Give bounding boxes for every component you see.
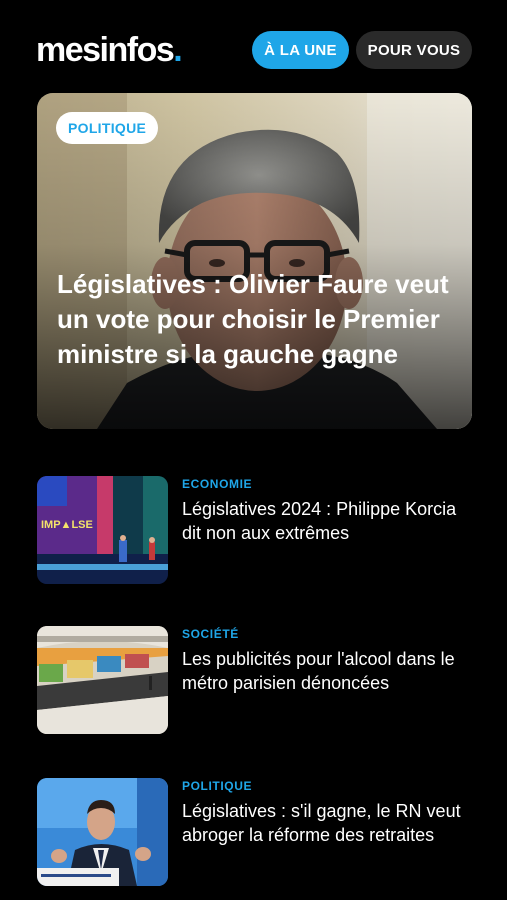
mesinfos-logo[interactable]: mesinfos. [36, 30, 183, 70]
metro-station-photo-icon [37, 626, 168, 734]
list-item[interactable]: POLITIQUE Législatives : s'il gagne, le … [37, 778, 472, 886]
logo-text: mesinfos [36, 31, 175, 69]
article-category[interactable]: POLITIQUE [182, 778, 472, 794]
article-thumbnail[interactable] [37, 778, 168, 886]
tab-pour-vous[interactable]: POUR VOUS [356, 31, 472, 69]
list-item[interactable]: SOCIÉTÉ Les publicités pour l'alcool dan… [37, 626, 472, 734]
article-title[interactable]: Les publicités pour l'alcool dans le mét… [182, 648, 472, 695]
list-item[interactable]: IMP▲LSE ECONOMIE Législatives 2024 : Phi… [37, 476, 472, 584]
article-category[interactable]: ECONOMIE [182, 476, 472, 492]
tab-a-la-une[interactable]: À LA UNE [252, 31, 349, 69]
politician-speech-photo-icon [37, 778, 168, 886]
hero-article-card[interactable]: POLITIQUE Législatives : Olivier Faure v… [37, 93, 472, 429]
conference-stage-photo-icon: IMP▲LSE [37, 476, 168, 584]
app-header: mesinfos. À LA UNE POUR VOUS [0, 0, 507, 100]
hero-category-badge[interactable]: POLITIQUE [56, 112, 159, 144]
article-title[interactable]: Législatives : s'il gagne, le RN veut ab… [182, 800, 472, 847]
article-thumbnail[interactable]: IMP▲LSE [37, 476, 168, 584]
hero-title[interactable]: Législatives : Olivier Faure veut un vot… [57, 267, 457, 372]
article-title[interactable]: Législatives 2024 : Philippe Korcia dit … [182, 498, 472, 545]
logo-dot: . [173, 31, 182, 69]
article-thumbnail[interactable] [37, 626, 168, 734]
svg-text:IMP▲LSE: IMP▲LSE [41, 519, 93, 531]
article-category[interactable]: SOCIÉTÉ [182, 626, 472, 642]
